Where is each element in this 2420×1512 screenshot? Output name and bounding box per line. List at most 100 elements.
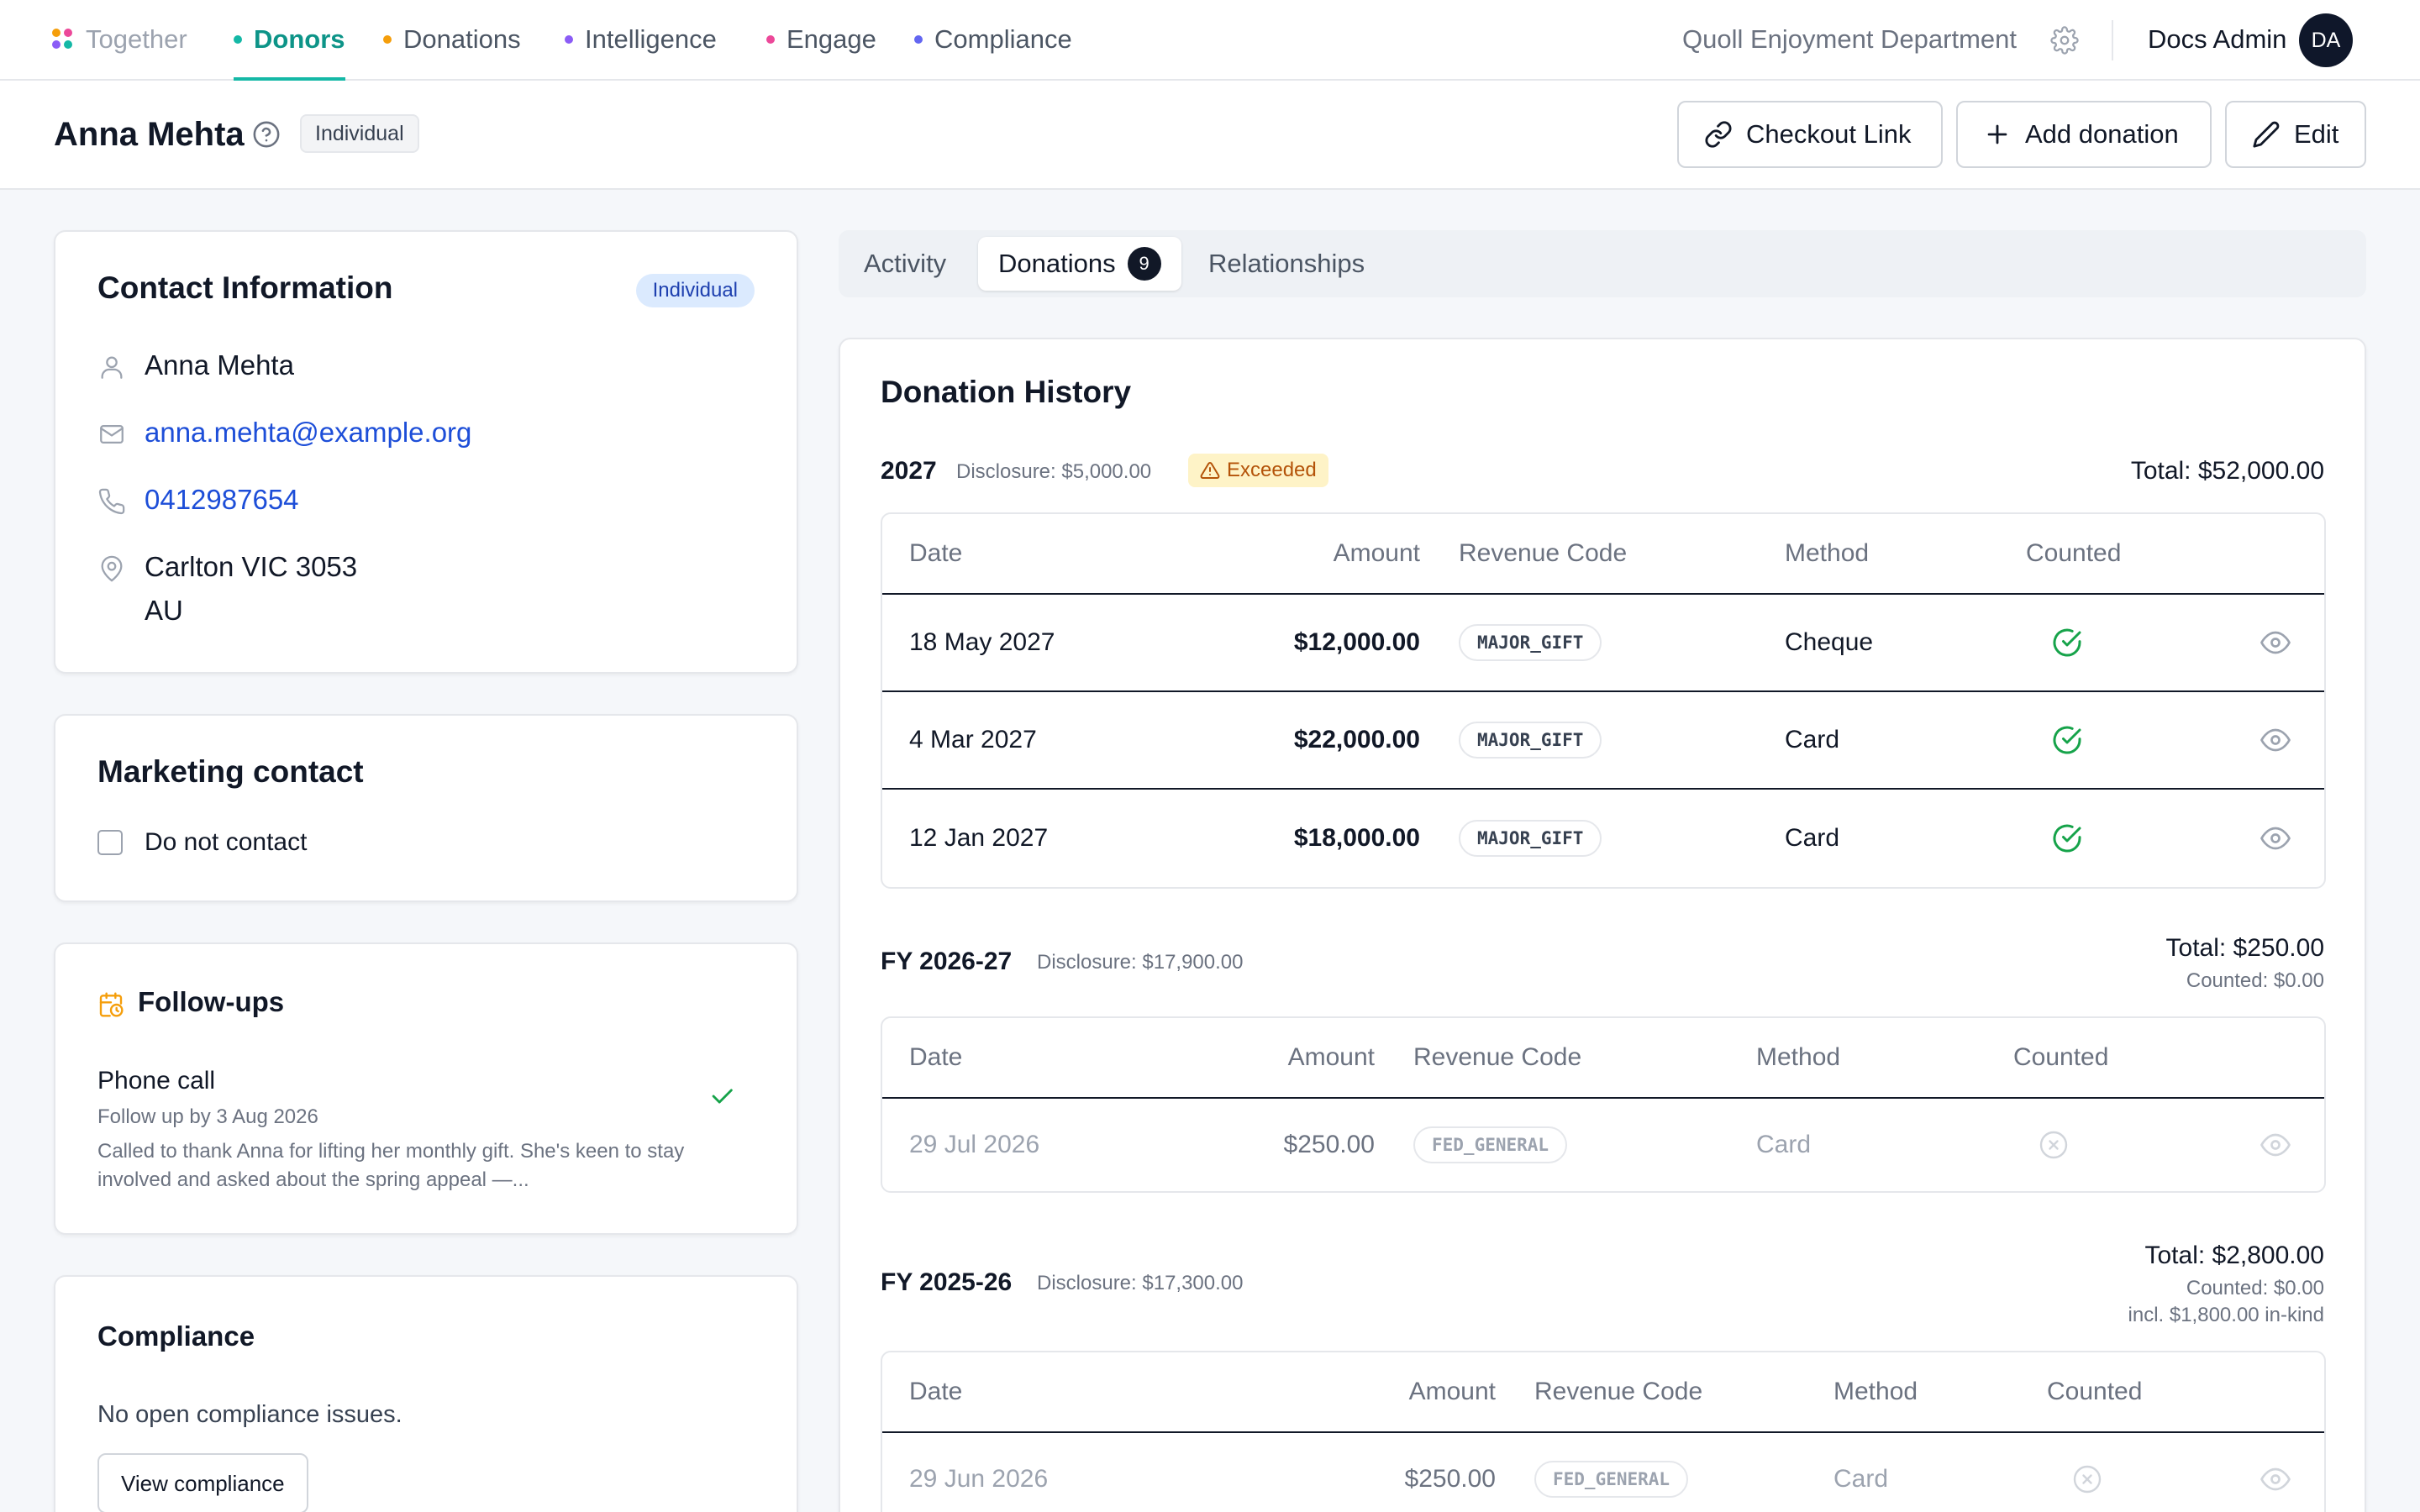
nav-tab-label: Compliance: [934, 24, 1072, 54]
eye-icon: [2260, 1133, 2291, 1157]
add-donation-button[interactable]: Add donation: [1956, 101, 2212, 168]
donation-date: 4 Mar 2027: [909, 726, 1037, 753]
table-row[interactable]: 18 May 2027 $12,000.00 MAJOR_GIFT Cheque: [882, 595, 2324, 692]
do-not-contact-checkbox[interactable]: [97, 830, 123, 855]
revenue-code-cell: MAJOR_GIFT: [1459, 595, 1602, 690]
column-header-revenue-code[interactable]: Revenue Code: [1413, 1018, 1581, 1097]
organization-name[interactable]: Quoll Enjoyment Department: [1682, 0, 2017, 79]
brand-logo-icon: [52, 29, 74, 50]
contact-email-link[interactable]: anna.mehta@example.org: [145, 411, 471, 454]
eye-icon: [2260, 728, 2291, 752]
table-row[interactable]: 12 Jan 2027 $18,000.00 MAJOR_GIFT Card: [882, 790, 2324, 887]
view-donation-button[interactable]: [2260, 595, 2291, 690]
follow-up-due: Follow up by 3 Aug 2026: [97, 1105, 318, 1128]
plus-icon: [1987, 124, 2007, 144]
follow-ups-card: Follow-ups Phone call Follow up by 3 Aug…: [54, 942, 798, 1235]
brand-name: Together: [86, 24, 187, 54]
revenue-code-cell: FED_GENERAL: [1534, 1433, 1689, 1512]
phone-icon: [98, 488, 125, 515]
dot-icon: [234, 35, 242, 44]
column-header-method[interactable]: Method: [1833, 1352, 1918, 1431]
payment-method: Card: [1785, 726, 1840, 753]
user-name[interactable]: Docs Admin: [2148, 0, 2286, 79]
edit-button[interactable]: Edit: [2225, 101, 2366, 168]
table-row[interactable]: 29 Jul 2026 $250.00 FED_GENERAL Card: [882, 1099, 2324, 1191]
contact-email-row: anna.mehta@example.org: [97, 417, 471, 449]
table-row[interactable]: 4 Mar 2027 $22,000.00 MAJOR_GIFT Card: [882, 692, 2324, 790]
checkout-link-label: Checkout Link: [1746, 119, 1912, 149]
donations-table: Date Amount Revenue Code Method Counted …: [881, 512, 2326, 889]
nav-tab-donors[interactable]: Donors: [234, 0, 345, 81]
gear-icon[interactable]: [2050, 26, 2079, 55]
donation-amount: $250.00: [1404, 1465, 1496, 1493]
follow-up-note: Called to thank Anna for lifting her mon…: [97, 1140, 685, 1191]
do-not-contact-label[interactable]: Do not contact: [145, 828, 307, 857]
table-row[interactable]: 29 Jun 2026 $250.00 FED_GENERAL Card: [882, 1433, 2324, 1512]
group-label: 2027: [881, 457, 937, 485]
nav-tab-label: Engage: [786, 24, 876, 54]
counted-cell: [2052, 692, 2082, 788]
calendar-clock-icon: [97, 991, 124, 1018]
column-header-counted[interactable]: Counted: [2047, 1352, 2142, 1431]
column-header-method[interactable]: Method: [1785, 514, 1869, 593]
tab-activity[interactable]: Activity: [844, 237, 966, 291]
user-icon: [101, 356, 123, 379]
view-donation-button[interactable]: [2260, 1099, 2291, 1191]
contact-address-line2: AU: [145, 595, 183, 626]
donations-table: Date Amount Revenue Code Method Counted …: [881, 1016, 2326, 1193]
nav-tab-donations[interactable]: Donations: [383, 0, 521, 79]
nav-tab-label: Donations: [403, 24, 521, 54]
column-header-amount[interactable]: Amount: [1134, 514, 1420, 593]
map-pin-icon: [101, 555, 123, 582]
column-header-date[interactable]: Date: [909, 514, 962, 593]
contact-name: Anna Mehta: [145, 349, 294, 381]
tab-donations[interactable]: Donations 9: [978, 237, 1181, 291]
column-header-method[interactable]: Method: [1756, 1018, 1840, 1097]
column-header-date[interactable]: Date: [909, 1018, 962, 1097]
compliance-status: No open compliance issues.: [97, 1401, 402, 1428]
add-donation-label: Add donation: [2025, 119, 2179, 149]
check-circle-icon: [2053, 824, 2081, 853]
nav-divider: [2112, 20, 2113, 60]
contact-name-row: Anna Mehta: [97, 349, 294, 381]
column-header-counted[interactable]: Counted: [2026, 514, 2121, 593]
checkout-link-button[interactable]: Checkout Link: [1677, 101, 1943, 168]
card-title: Marketing contact: [97, 754, 364, 789]
table-header: Date Amount Revenue Code Method Counted: [882, 1352, 2324, 1433]
revenue-code-cell: MAJOR_GIFT: [1459, 790, 1602, 887]
column-header-revenue-code[interactable]: Revenue Code: [1534, 1352, 1702, 1431]
counted-cell: [2072, 1433, 2102, 1512]
contact-phone-link[interactable]: 0412987654: [145, 478, 299, 522]
column-header-counted[interactable]: Counted: [2013, 1018, 2108, 1097]
help-circle-icon[interactable]: [252, 120, 281, 149]
column-header-amount[interactable]: Amount: [1134, 1352, 1496, 1431]
tab-relationships[interactable]: Relationships: [1188, 237, 1385, 291]
dot-icon: [766, 35, 775, 44]
avatar[interactable]: DA: [2299, 13, 2353, 67]
eye-icon: [2260, 827, 2291, 850]
check-icon[interactable]: [708, 1082, 736, 1110]
donations-table: Date Amount Revenue Code Method Counted …: [881, 1351, 2326, 1512]
view-donation-button[interactable]: [2260, 790, 2291, 887]
counted-cell: [2052, 790, 2082, 887]
disclosure-threshold: Disclosure: $5,000.00: [956, 460, 1152, 483]
view-donation-button[interactable]: [2260, 692, 2291, 788]
follow-up-title[interactable]: Phone call: [97, 1067, 215, 1095]
check-circle-icon: [2053, 726, 2081, 754]
nav-tab-engage[interactable]: Engage: [766, 0, 876, 79]
nav-tab-compliance[interactable]: Compliance: [914, 0, 1072, 79]
pencil-icon: [2253, 121, 2280, 148]
payment-method: Card: [1785, 824, 1840, 852]
nav-tab-intelligence[interactable]: Intelligence: [565, 0, 717, 79]
card-title: Follow-ups: [138, 986, 285, 1017]
column-header-revenue-code[interactable]: Revenue Code: [1459, 514, 1627, 593]
donation-amount: $250.00: [1283, 1131, 1375, 1158]
brand[interactable]: Together: [52, 0, 187, 79]
dot-icon: [914, 35, 923, 44]
contact-address-line1: Carlton VIC 3053: [145, 551, 358, 582]
column-header-amount[interactable]: Amount: [1134, 1018, 1375, 1097]
column-header-date[interactable]: Date: [909, 1352, 962, 1431]
view-donation-button[interactable]: [2260, 1433, 2291, 1512]
donation-amount: $18,000.00: [1293, 824, 1420, 852]
view-compliance-button[interactable]: View compliance: [97, 1453, 308, 1512]
